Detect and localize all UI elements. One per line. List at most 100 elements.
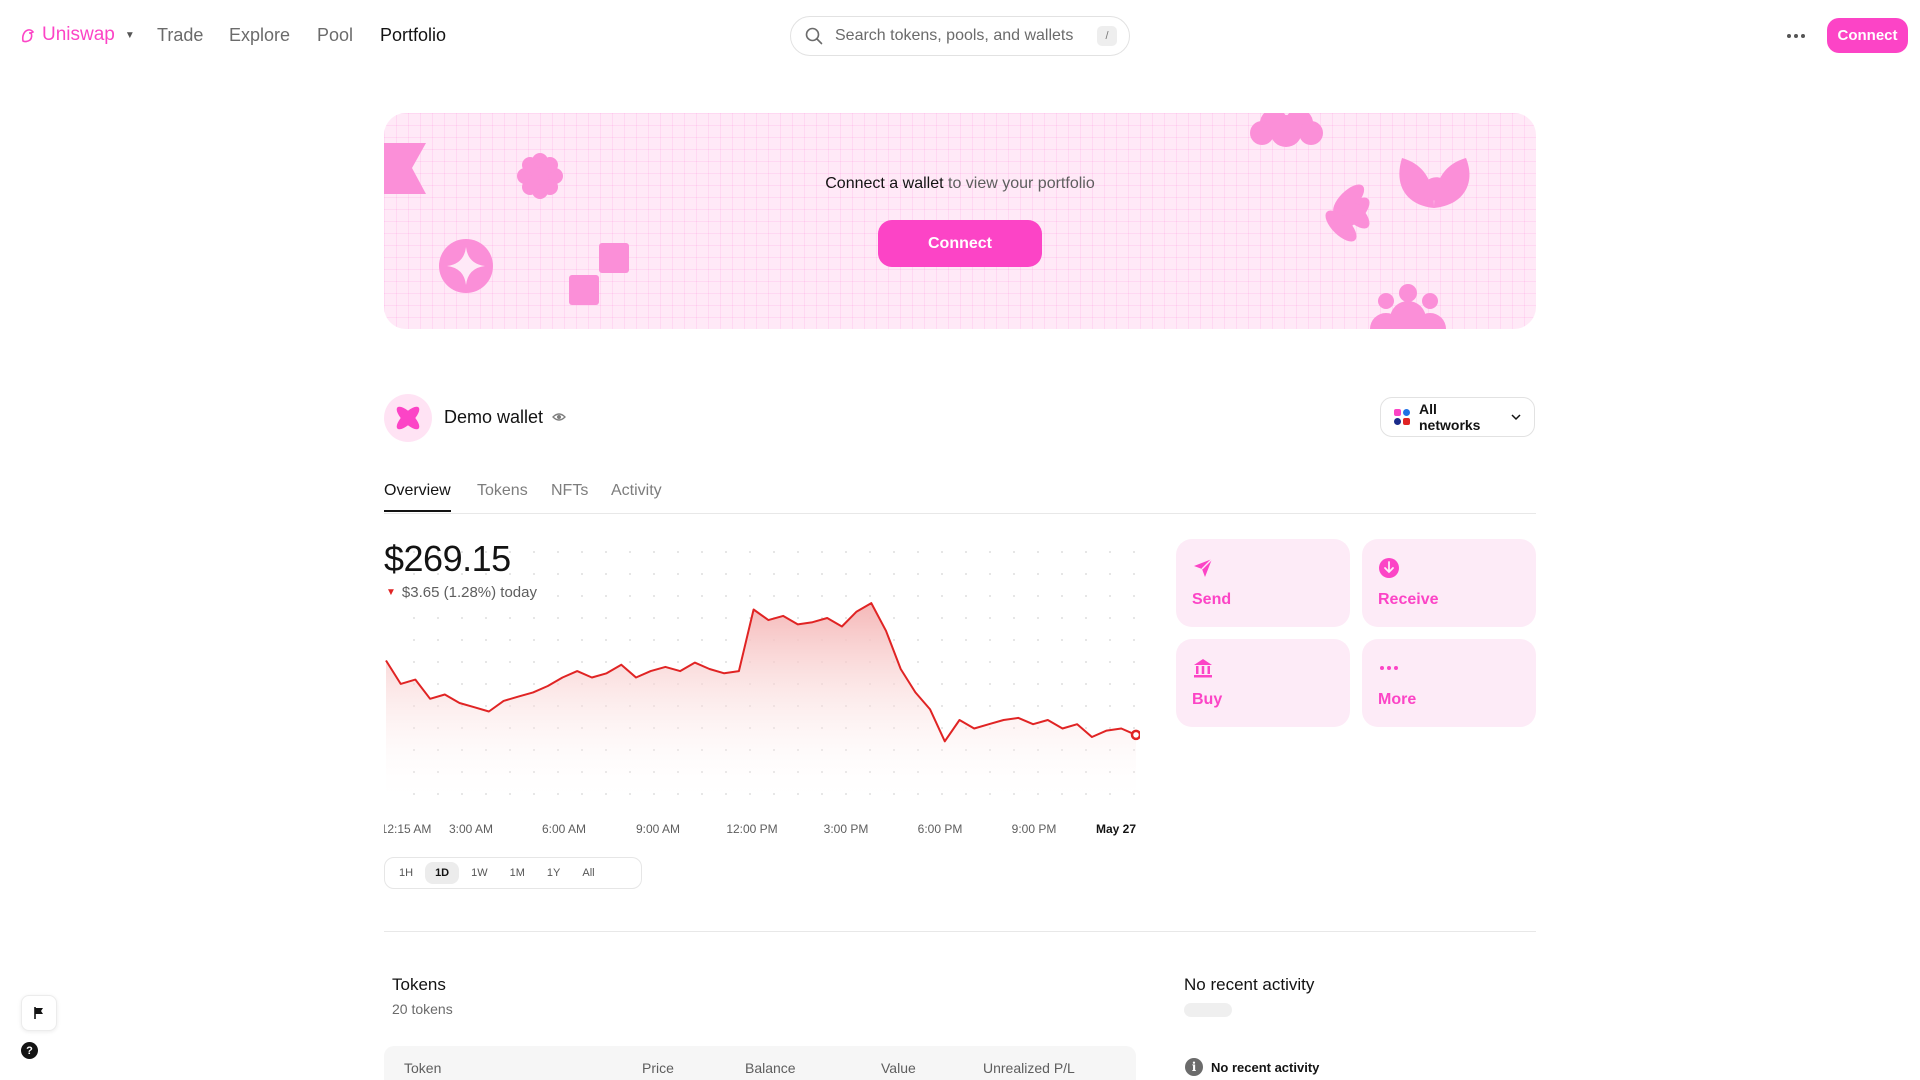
column-header-price[interactable]: Price xyxy=(642,1060,674,1076)
x-tick-label: 9:00 AM xyxy=(636,822,680,836)
time-range-selector: 1H 1D 1W 1M 1Y All xyxy=(384,857,642,889)
send-button[interactable]: Send xyxy=(1176,539,1350,627)
sparkle-circle-decoration xyxy=(439,239,493,293)
chart-data-point xyxy=(561,676,564,679)
tab-nfts[interactable]: NFTs xyxy=(551,482,588,510)
chart-data-point xyxy=(840,625,843,628)
tokens-section-title: Tokens xyxy=(392,975,446,994)
search-bar[interactable]: Search tokens, pools, and wallets / xyxy=(790,16,1130,56)
range-1h[interactable]: 1H xyxy=(389,862,423,884)
more-options-icon[interactable] xyxy=(1783,24,1809,48)
chart-data-point xyxy=(487,710,490,713)
all-networks-icon xyxy=(1394,409,1410,425)
eye-icon[interactable] xyxy=(552,410,566,424)
tab-tokens[interactable]: Tokens xyxy=(477,482,528,510)
range-1w[interactable]: 1W xyxy=(461,862,498,884)
chart-data-point xyxy=(708,668,711,671)
brand-menu[interactable]: Uniswap ▼ xyxy=(20,24,135,46)
activity-empty-label: No recent activity xyxy=(1211,1059,1320,1075)
chart-data-point xyxy=(517,695,520,698)
connect-button[interactable]: Connect xyxy=(1827,18,1908,53)
banner-cta-rest: to view your portfolio xyxy=(943,175,1095,192)
chart-data-point xyxy=(973,727,976,730)
range-1y[interactable]: 1Y xyxy=(537,862,570,884)
chart-data-point xyxy=(693,661,696,664)
x-tick-label: 12:00 PM xyxy=(726,822,777,836)
chart-data-point xyxy=(664,665,667,668)
report-flag-button[interactable] xyxy=(21,995,57,1031)
range-1d[interactable]: 1D xyxy=(425,862,460,884)
range-all[interactable]: All xyxy=(572,862,604,884)
cloud-flower-decoration xyxy=(1250,113,1323,147)
chart-data-point xyxy=(1017,716,1020,719)
chart-data-point xyxy=(767,619,770,622)
banner-message: Connect a wallet to view your portfolio xyxy=(384,175,1536,193)
chart-data-point xyxy=(1105,729,1108,732)
chart-data-point xyxy=(811,621,814,624)
x-tick-label: 3:00 AM xyxy=(449,822,493,836)
down-triangle-icon: ▼ xyxy=(386,587,396,598)
more-icon xyxy=(1380,666,1398,670)
chart-data-point xyxy=(914,691,917,694)
tab-overview[interactable]: Overview xyxy=(384,482,451,512)
wallet-avatar xyxy=(384,394,432,442)
banner-cta-bold: Connect a wallet xyxy=(825,175,944,192)
chart-data-point xyxy=(885,629,888,632)
chart-data-point xyxy=(502,699,505,702)
chart-data-point xyxy=(1090,736,1093,739)
chart-data-point xyxy=(1032,723,1035,726)
flag-icon xyxy=(34,1007,43,1019)
buy-button[interactable]: Buy xyxy=(1176,639,1350,727)
section-divider xyxy=(384,931,1536,932)
nav-link-explore[interactable]: Explore xyxy=(229,25,290,46)
chart-current-point xyxy=(1130,729,1140,741)
chart-data-point xyxy=(929,708,932,711)
chart-data-point xyxy=(473,706,476,709)
x-tick-label: 12:15 AM xyxy=(384,822,431,836)
chart-data-point xyxy=(546,685,549,688)
column-header-balance[interactable]: Balance xyxy=(745,1060,796,1076)
chart-data-point xyxy=(899,668,902,671)
buy-label: Buy xyxy=(1192,691,1223,708)
chart-data-point xyxy=(1046,719,1049,722)
wallet-name: Demo wallet xyxy=(444,407,544,427)
chart-data-point xyxy=(1076,723,1079,726)
tab-activity[interactable]: Activity xyxy=(611,482,662,510)
chart-data-point xyxy=(532,691,535,694)
activity-section-title: No recent activity xyxy=(1184,975,1315,994)
chart-data-point xyxy=(943,740,946,743)
uniswap-unicorn-icon xyxy=(21,29,35,43)
column-header-unrealized-pl[interactable]: Unrealized P/L xyxy=(983,1060,1075,1076)
x-tick-label: 3:00 PM xyxy=(824,822,869,836)
banner-connect-button[interactable]: Connect xyxy=(878,220,1042,267)
receive-label: Receive xyxy=(1378,591,1439,608)
more-button[interactable]: More xyxy=(1362,639,1536,727)
chart-data-point xyxy=(826,617,829,620)
chart-data-point xyxy=(576,670,579,673)
chart-data-point xyxy=(429,697,432,700)
column-header-value[interactable]: Value xyxy=(881,1060,916,1076)
network-label: All networks xyxy=(1419,401,1481,433)
chart-data-point xyxy=(1120,727,1123,730)
nav-link-trade[interactable]: Trade xyxy=(157,25,203,46)
network-selector[interactable]: All networks xyxy=(1380,397,1535,437)
paw-decoration xyxy=(1370,284,1446,329)
chart-data-point xyxy=(635,676,638,679)
portfolio-tabs: Overview Tokens NFTs Activity xyxy=(384,480,1536,514)
column-header-token[interactable]: Token xyxy=(404,1060,441,1076)
receive-button[interactable]: Receive xyxy=(1362,539,1536,627)
top-nav: Uniswap ▼ Trade Explore Pool Portfolio S… xyxy=(0,0,1920,72)
chart-data-point xyxy=(605,672,608,675)
activity-empty-state: i No recent activity xyxy=(1185,1058,1319,1076)
help-icon[interactable]: ? xyxy=(21,1042,38,1059)
chart-data-point xyxy=(399,682,402,685)
search-icon xyxy=(805,27,823,45)
range-1m[interactable]: 1M xyxy=(500,862,535,884)
tokens-count: 20 tokens xyxy=(392,1001,453,1017)
nav-link-portfolio[interactable]: Portfolio xyxy=(380,25,446,46)
chart-data-point xyxy=(796,623,799,626)
search-shortcut-key: / xyxy=(1097,26,1117,46)
nav-link-pool[interactable]: Pool xyxy=(317,25,353,46)
activity-placeholder-pill xyxy=(1184,1003,1232,1017)
x-tick-label: May 27 xyxy=(1096,822,1136,836)
